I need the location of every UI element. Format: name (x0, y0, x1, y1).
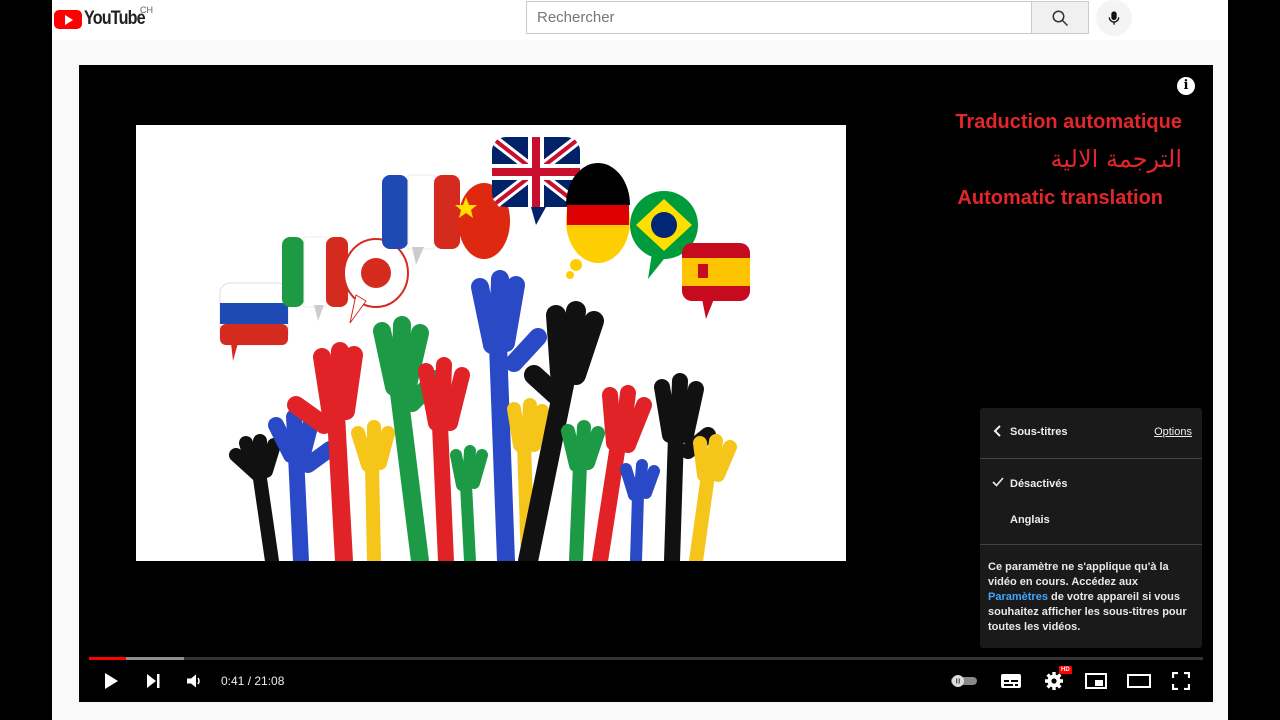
autoplay-toggle[interactable] (947, 669, 981, 693)
search-input[interactable] (527, 2, 1027, 33)
search-icon (1052, 10, 1069, 26)
masthead: YouTube CH (52, 0, 1228, 40)
time-display: 0:41 / 21:08 (221, 674, 285, 688)
youtube-play-logo-icon (54, 9, 82, 29)
volume-icon (187, 674, 200, 688)
play-button[interactable] (99, 669, 123, 693)
youtube-logo[interactable]: YouTube CH (54, 5, 155, 29)
menu-divider (980, 544, 1202, 545)
fullscreen-button[interactable] (1169, 669, 1193, 693)
theater-mode-icon (1127, 674, 1151, 688)
play-icon (105, 673, 118, 689)
autoplay-toggle-icon (951, 675, 977, 687)
progress-played (89, 657, 126, 660)
search-button[interactable] (1032, 1, 1089, 34)
fullscreen-icon (1172, 672, 1190, 690)
search-box (526, 1, 1032, 34)
theater-mode-button[interactable] (1126, 669, 1152, 693)
country-code: CH (140, 5, 153, 15)
video-player[interactable]: i Traduction automatique الترجمة الالية … (79, 65, 1213, 702)
options-link[interactable]: Options (1154, 426, 1192, 438)
miniplayer-icon (1085, 673, 1107, 689)
menu-title[interactable]: Sous-titres (1010, 426, 1067, 438)
hd-badge: HD (1059, 666, 1072, 674)
subtitle-option-english[interactable]: Anglais (980, 504, 1202, 534)
voice-search-button[interactable] (1096, 0, 1132, 36)
subtitles-icon (1001, 674, 1021, 688)
overlay-text-french: Traduction automatique (955, 111, 1182, 133)
miniplayer-button[interactable] (1084, 669, 1108, 693)
chevron-left-icon[interactable] (992, 424, 1002, 438)
overlay-text-arabic: الترجمة الالية (1050, 145, 1182, 173)
subtitles-button[interactable] (999, 669, 1023, 693)
note-text-start: Ce paramètre ne s'applique qu'à la vidéo… (988, 561, 1169, 588)
mute-button[interactable] (182, 669, 206, 693)
menu-header: Sous-titres Options (980, 408, 1202, 459)
settings-link[interactable]: Paramètres (988, 591, 1048, 603)
youtube-page: YouTube CH Rechercher i Traduction autom… (52, 0, 1228, 720)
next-button[interactable] (141, 669, 165, 693)
microphone-icon (1108, 11, 1120, 25)
subtitles-settings-menu: Sous-titres Options Désactivés Anglais C… (980, 408, 1202, 648)
subtitle-note: Ce paramètre ne s'applique qu'à la vidéo… (988, 560, 1198, 635)
info-icon[interactable]: i (1177, 77, 1195, 95)
skip-next-icon (147, 674, 160, 688)
gear-icon (1045, 672, 1063, 690)
overlay-text-english: Automatic translation (957, 187, 1163, 209)
progress-bar[interactable] (89, 657, 1203, 660)
subtitle-option-label: Désactivés (1010, 478, 1068, 490)
video-thumbnail-languages-hands (136, 125, 846, 561)
checkmark-icon (992, 477, 1004, 487)
subtitle-option-label: Anglais (1010, 514, 1050, 526)
logo-text: YouTube (84, 8, 146, 29)
subtitle-option-off[interactable]: Désactivés (980, 468, 1202, 498)
